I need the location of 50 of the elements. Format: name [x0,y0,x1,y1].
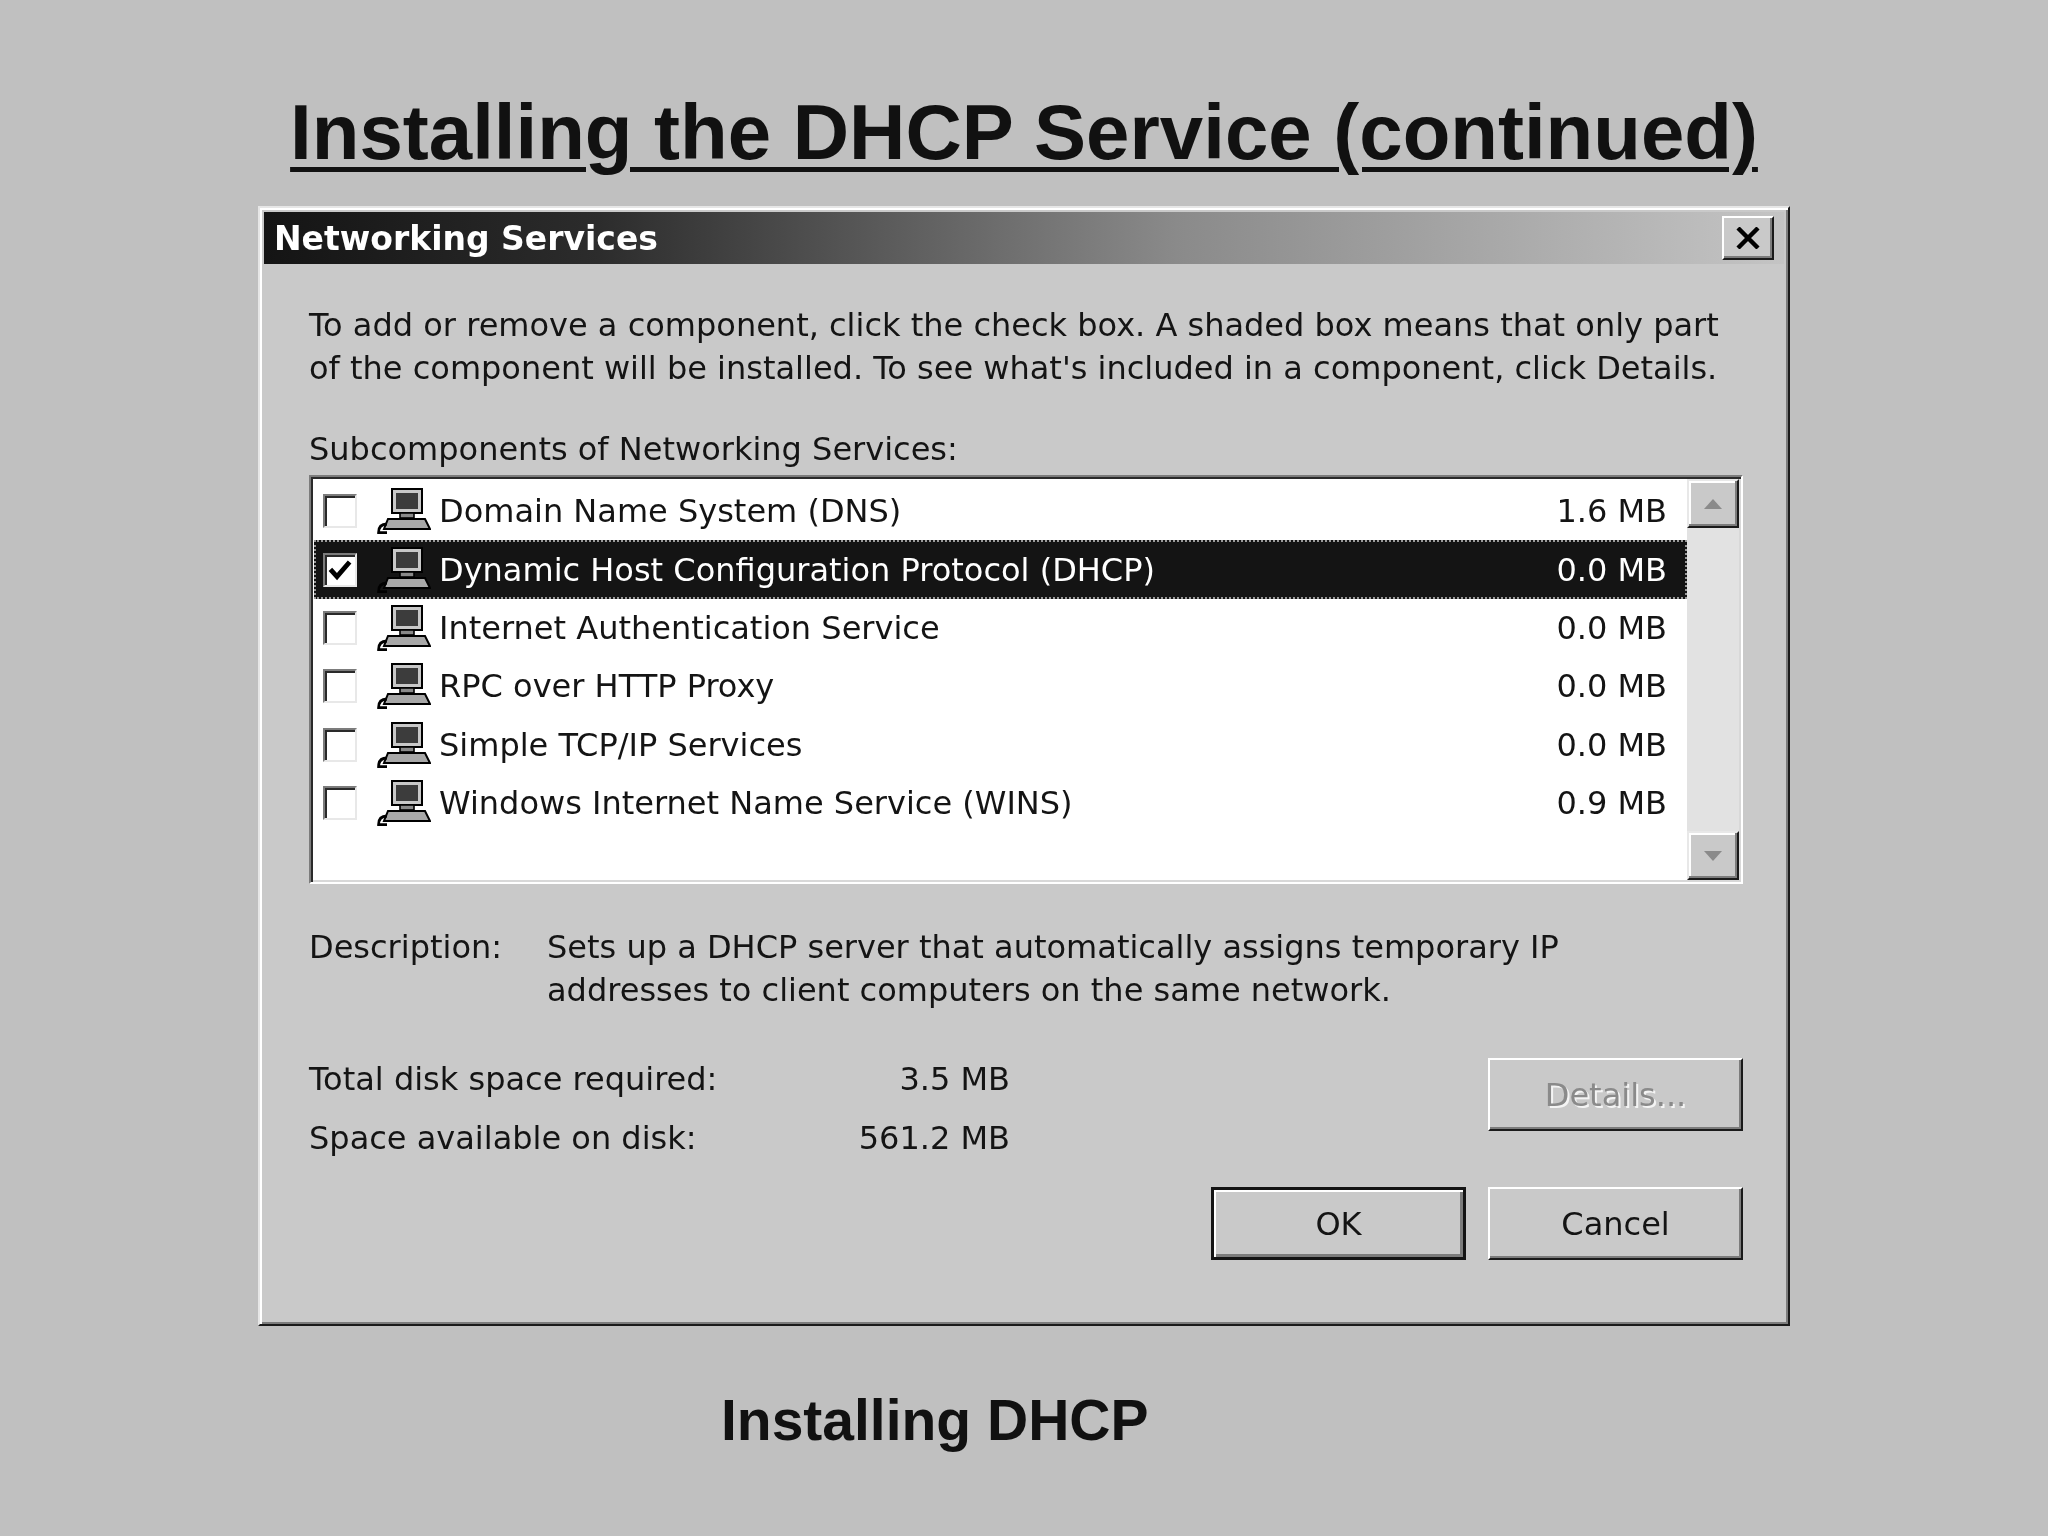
checkbox[interactable] [323,786,357,821]
list-label: Subcomponents of Networking Services: [309,429,958,470]
component-name: RPC over HTTP Proxy [439,667,775,706]
instructions-text: To add or remove a component, click the check box. A shaded box means that only part of the component will be installed. To see what's included in a component, click Details. [309,305,1720,389]
component-row[interactable]: Dynamic Host Configuration Protocol (DHCP) 0.0 MB [314,540,1687,599]
disk-space-value: 3.5 MB [898,1059,1010,1100]
disk-space-label: Total disk space required: [309,1059,719,1100]
down-arrow-icon [1704,850,1722,861]
component-name: Internet Authentication Service [439,608,940,647]
component-row[interactable]: Windows Internet Name Service (WINS) 0.9 MB [314,773,1687,833]
description-text: Sets up a DHCP server that automatically assigns temporary IP addresses to client computers on the same network. [547,927,1560,1011]
component-name: Domain Name System (DNS) [439,492,902,531]
component-size: 0.0 MB [1556,725,1667,764]
checkbox[interactable] [323,494,357,529]
dialog-button[interactable]: Cancel [1488,1187,1743,1260]
computer-icon [377,780,431,827]
check-icon [328,558,352,581]
disk-space-label: Space available on disk: [309,1118,698,1159]
checkbox[interactable] [323,727,357,762]
component-size: 1.6 MB [1556,492,1667,531]
component-size: 0.0 MB [1556,608,1667,647]
window-title: Networking Services [274,218,658,258]
computer-icon [377,663,431,710]
component-size: 0.0 MB [1556,550,1667,589]
computer-icon [377,546,431,593]
disk-space-value: 561.2 MB [857,1118,1010,1159]
scroll-down-button[interactable] [1687,831,1739,880]
component-name: Simple TCP/IP Services [439,725,803,764]
component-row[interactable]: Domain Name System (DNS) 1.6 MB [314,482,1687,541]
component-name: Windows Internet Name Service (WINS) [439,784,1073,823]
component-size: 0.9 MB [1556,784,1667,823]
default-button[interactable]: OK [1211,1187,1466,1260]
computer-icon [377,604,431,651]
component-row[interactable]: RPC over HTTP Proxy 0.0 MB [314,657,1687,716]
component-row[interactable]: Simple TCP/IP Services 0.0 MB [314,715,1687,774]
component-row[interactable]: Internet Authentication Service 0.0 MB [314,598,1687,658]
computer-icon [377,721,431,768]
close-icon [1736,227,1760,249]
close-button[interactable] [1722,216,1774,260]
scroll-up-button[interactable] [1687,479,1739,528]
component-name: Dynamic Host Configuration Protocol (DHCP) [439,550,1155,589]
component-size: 0.0 MB [1556,667,1667,706]
up-arrow-icon [1704,498,1722,509]
computer-icon [377,488,431,535]
checkbox[interactable] [323,669,357,704]
checkbox[interactable] [323,552,357,587]
description-label: Description: [309,927,504,968]
slide-caption: Installing DHCP [721,1388,1149,1452]
slide-title: Installing the DHCP Service (continued) [290,90,1758,174]
checkbox[interactable] [323,610,357,645]
